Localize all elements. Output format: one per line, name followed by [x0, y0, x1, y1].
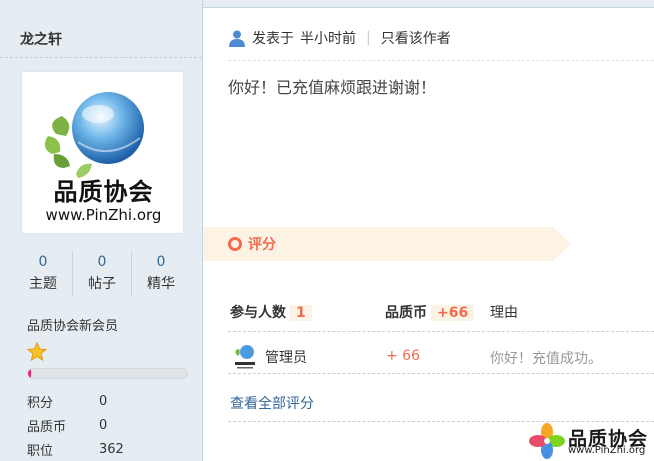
stat-label: 精华: [147, 276, 175, 292]
rating-reason: 你好！充值成功。: [490, 351, 602, 367]
avatar-title: 品质协会: [53, 178, 154, 206]
author-sidebar: 龙之轩 品质协会 www.PinZhi.org 0 主题 0 帖子 0 精华 品…: [0, 0, 203, 461]
author-name[interactable]: 龙之轩: [20, 29, 62, 49]
watermark-url: www.PinZhi.org: [568, 445, 646, 456]
stat-label: 主题: [29, 276, 57, 292]
star-icon: [27, 342, 47, 362]
participants-column: 参与人数 1: [230, 302, 312, 322]
avatar-url: www.PinZhi.org: [45, 206, 162, 224]
user-icon: [229, 30, 245, 47]
rating-section-title: 评分: [228, 234, 276, 254]
stat-value: 0: [97, 254, 107, 270]
info-row-coins: 品质币 0: [27, 413, 197, 437]
posted-prefix: 发表于: [252, 31, 294, 47]
author-info: 积分 0 品质币 0 职位 362: [27, 389, 197, 461]
level-progress-fill: [28, 369, 32, 378]
circle-icon: [228, 237, 242, 251]
info-value: 0: [99, 417, 108, 433]
participants-label: 参与人数: [230, 305, 286, 321]
user-group[interactable]: 品质协会新会员: [27, 315, 118, 334]
avatar[interactable]: 品质协会 www.PinZhi.org: [21, 71, 184, 234]
stat-label: 帖子: [88, 276, 116, 292]
info-key: 积分: [27, 395, 54, 411]
only-author-link[interactable]: 只看该作者: [381, 28, 451, 48]
meta-separator: |: [366, 30, 371, 46]
info-key: 品质币: [27, 419, 67, 435]
author-stats: 0 主题 0 帖子 0 精华: [14, 252, 190, 296]
info-value: 0: [99, 393, 108, 409]
rater-name[interactable]: 管理员: [265, 347, 307, 367]
site-watermark: 品质协会 www.PinZhi.org: [528, 421, 654, 461]
info-row-points: 积分 0: [27, 389, 197, 413]
info-key: 职位: [27, 443, 54, 459]
rating-amount: + 66: [386, 348, 420, 364]
info-value: 362: [99, 441, 124, 457]
coin-label: 品质币: [385, 305, 427, 321]
pinwheel-logo-icon: [529, 423, 565, 459]
post-content: 你好！已充值麻烦跟进谢谢！: [228, 78, 437, 97]
post-meta: 发表于 半小时前 | 只看该作者: [228, 27, 451, 49]
rating-header: 参与人数 1 品质币 +66 理由: [228, 298, 654, 332]
author-name-bar: 龙之轩: [0, 8, 202, 58]
reason-label: 理由: [490, 305, 518, 321]
info-row-position: 职位 362: [27, 437, 197, 461]
rating-row: 管理员 + 66 你好！充值成功。: [228, 340, 654, 374]
view-all-ratings-link[interactable]: 查看全部评分: [230, 393, 314, 413]
stat-threads[interactable]: 0 主题: [14, 252, 73, 296]
stat-digest[interactable]: 0 精华: [132, 252, 190, 296]
rating-label: 评分: [248, 237, 276, 253]
level-progress-bar: [27, 368, 188, 379]
coin-total: +66: [431, 305, 475, 321]
coin-column: 品质币 +66: [385, 302, 475, 322]
admin-avatar[interactable]: [232, 342, 258, 370]
stat-value: 0: [38, 254, 48, 270]
posted-time: 半小时前: [300, 31, 356, 47]
post-top-border: [203, 0, 654, 8]
stat-posts[interactable]: 0 帖子: [73, 252, 132, 296]
stat-value: 0: [156, 254, 166, 270]
meta-divider: [228, 60, 654, 61]
participants-count: 1: [290, 305, 312, 321]
